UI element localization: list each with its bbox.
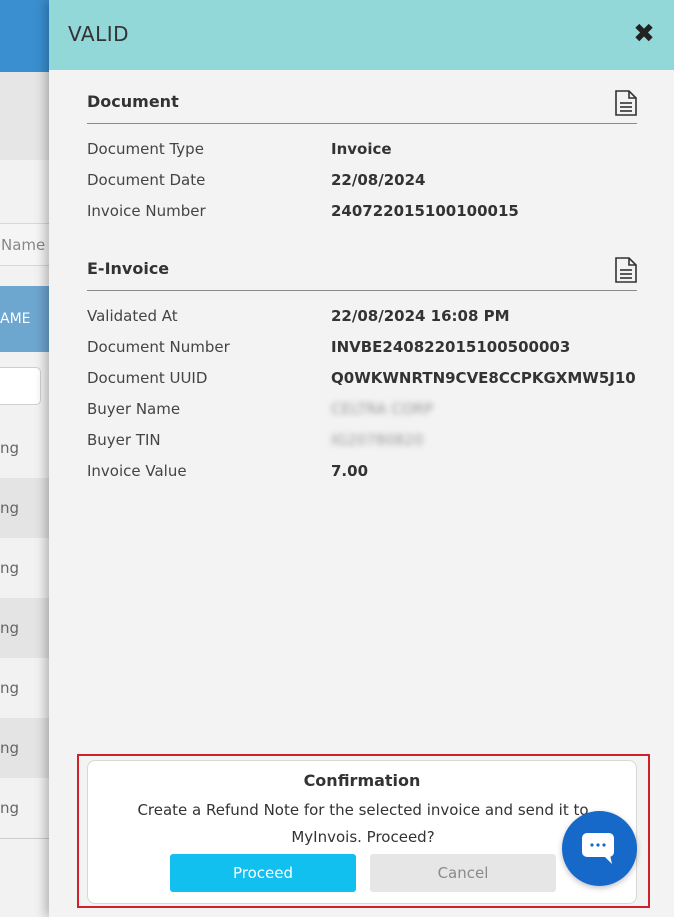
section-title: Document: [87, 92, 179, 111]
field-value-redacted: CELTRA CORP: [331, 400, 433, 418]
field-label: Invoice Value: [87, 462, 187, 480]
field-row: Document Date 22/08/2024: [87, 165, 637, 196]
cancel-button[interactable]: Cancel: [370, 854, 556, 892]
field-value: 7.00: [331, 462, 369, 480]
field-value: Invoice: [331, 140, 392, 158]
field-value: INVBE240822015100500003: [331, 338, 571, 356]
chat-icon: [582, 833, 614, 864]
field-label: Document Date: [87, 171, 206, 189]
field-value: 22/08/2024: [331, 171, 426, 189]
chat-button[interactable]: [562, 811, 637, 886]
field-value: Q0WKWNRTN9CVE8CCPKGXMW5J10: [331, 369, 636, 387]
close-icon[interactable]: ✖: [632, 20, 656, 48]
einvoice-section: E-Invoice Validated At 22/08/2024 16:08 …: [87, 249, 637, 487]
field-label: Document UUID: [87, 369, 208, 387]
field-value-redacted: IG20780820: [331, 431, 424, 449]
confirmation-message: Create a Refund Note for the selected in…: [137, 801, 589, 846]
field-label: Invoice Number: [87, 202, 206, 220]
field-row: Buyer Name CELTRA CORP: [87, 394, 637, 425]
field-row: Invoice Number 240722015100100015: [87, 196, 637, 227]
document-icon[interactable]: [615, 257, 637, 283]
field-row: Document Type Invoice: [87, 134, 637, 165]
proceed-button[interactable]: Proceed: [170, 854, 356, 892]
section-title: E-Invoice: [87, 259, 170, 278]
field-label: Buyer TIN: [87, 431, 161, 449]
panel-header: VALID ✖: [49, 0, 674, 70]
panel-title: VALID: [68, 22, 130, 46]
confirmation-dialog: Confirmation Create a Refund Note for th…: [87, 760, 637, 904]
field-label: Document Number: [87, 338, 230, 356]
field-row: Validated At 22/08/2024 16:08 PM: [87, 301, 637, 332]
field-value: 240722015100100015: [331, 202, 519, 220]
confirmation-title: Confirmation: [303, 771, 421, 790]
field-row: Buyer TIN IG20780820: [87, 425, 637, 456]
field-row: Invoice Value 7.00: [87, 456, 637, 487]
field-row: Document UUID Q0WKWNRTN9CVE8CCPKGXMW5J10: [87, 363, 637, 394]
field-label: Buyer Name: [87, 400, 181, 418]
field-row: Document Number INVBE240822015100500003: [87, 332, 637, 363]
field-label: Document Type: [87, 140, 204, 158]
document-section: Document Document Type Invoice Document …: [87, 82, 637, 227]
section-header: E-Invoice: [87, 249, 637, 291]
document-icon[interactable]: [615, 90, 637, 116]
section-header: Document: [87, 82, 637, 124]
filter-input[interactable]: [0, 367, 41, 405]
confirmation-highlight: Confirmation Create a Refund Note for th…: [77, 754, 650, 908]
field-value: 22/08/2024 16:08 PM: [331, 307, 510, 325]
field-label: Validated At: [87, 307, 178, 325]
